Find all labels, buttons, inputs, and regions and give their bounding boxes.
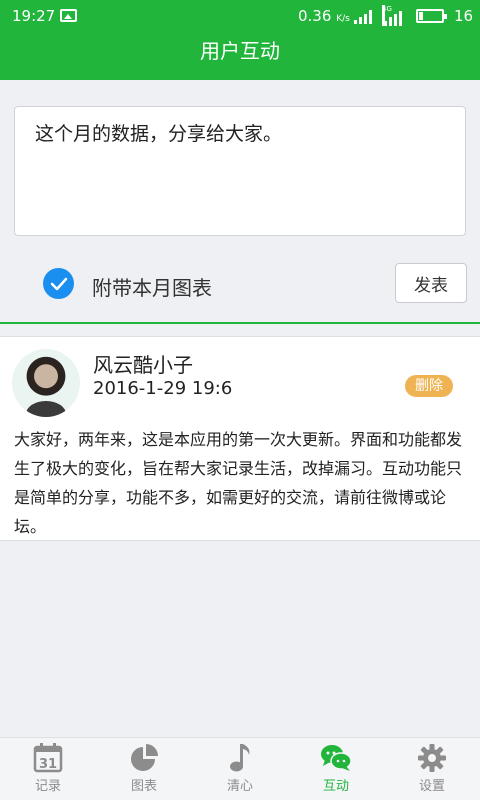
post-username: 风云酷小子	[93, 353, 193, 377]
battery-icon	[416, 9, 447, 23]
calendar-icon: 31	[33, 743, 63, 773]
gear-icon	[418, 744, 446, 772]
nav-item-calm[interactable]: 清心	[192, 738, 288, 800]
checkmark-icon	[50, 277, 68, 291]
nav-label-interact: 互动	[322, 779, 349, 794]
nav-label-record: 记录	[34, 779, 61, 794]
nav-label-calm: 清心	[226, 779, 253, 794]
post-timestamp: 2016-1-29 19:6	[93, 378, 233, 399]
divider	[0, 322, 480, 324]
pie-chart-icon	[131, 744, 158, 771]
avatar[interactable]	[12, 349, 80, 417]
mobile-signal-icon: 4G	[382, 5, 408, 26]
status-time: 19:27	[12, 7, 56, 25]
delete-button[interactable]: 删除	[405, 375, 453, 397]
nav-label-charts: 图表	[130, 779, 157, 794]
calendar-number: 31	[39, 757, 57, 772]
nav-item-interact[interactable]: 互动	[288, 738, 384, 800]
publish-button[interactable]: 发表	[395, 263, 467, 303]
music-note-icon	[230, 744, 250, 772]
nav-item-record[interactable]: 31 记录	[0, 738, 96, 800]
attach-chart-checkbox[interactable]	[43, 268, 74, 299]
nav-item-settings[interactable]: 设置	[384, 738, 480, 800]
network-speed: 0.36 K/s	[298, 7, 350, 25]
post-text-input[interactable]	[14, 106, 466, 236]
post-content: 大家好，两年来，这是本应用的第一次大更新。界面和功能都发生了极大的变化，旨在帮大…	[14, 430, 463, 536]
post-card: 风云酷小子 2016-1-29 19:6 删除 大家好，两年来，这是本应用的第一…	[0, 336, 480, 541]
bottom-nav: 31 记录 图表 清心 互动 设置	[0, 737, 480, 800]
signal-icon	[354, 8, 376, 24]
network-speed-unit: K/s	[336, 14, 350, 24]
network-speed-value: 0.36	[298, 7, 332, 25]
nav-label-settings: 设置	[418, 779, 445, 794]
battery-level: 16	[454, 7, 474, 25]
nav-item-charts[interactable]: 图表	[96, 738, 192, 800]
chat-bubbles-icon	[321, 745, 352, 771]
attach-chart-label: 附带本月图表	[92, 276, 212, 300]
attach-chart-row: 附带本月图表 发表	[0, 260, 480, 310]
page-title: 用户互动	[0, 32, 480, 80]
status-bar: 19:27 0.36 K/s 4G 16	[0, 0, 480, 32]
image-notification-icon	[60, 9, 77, 22]
